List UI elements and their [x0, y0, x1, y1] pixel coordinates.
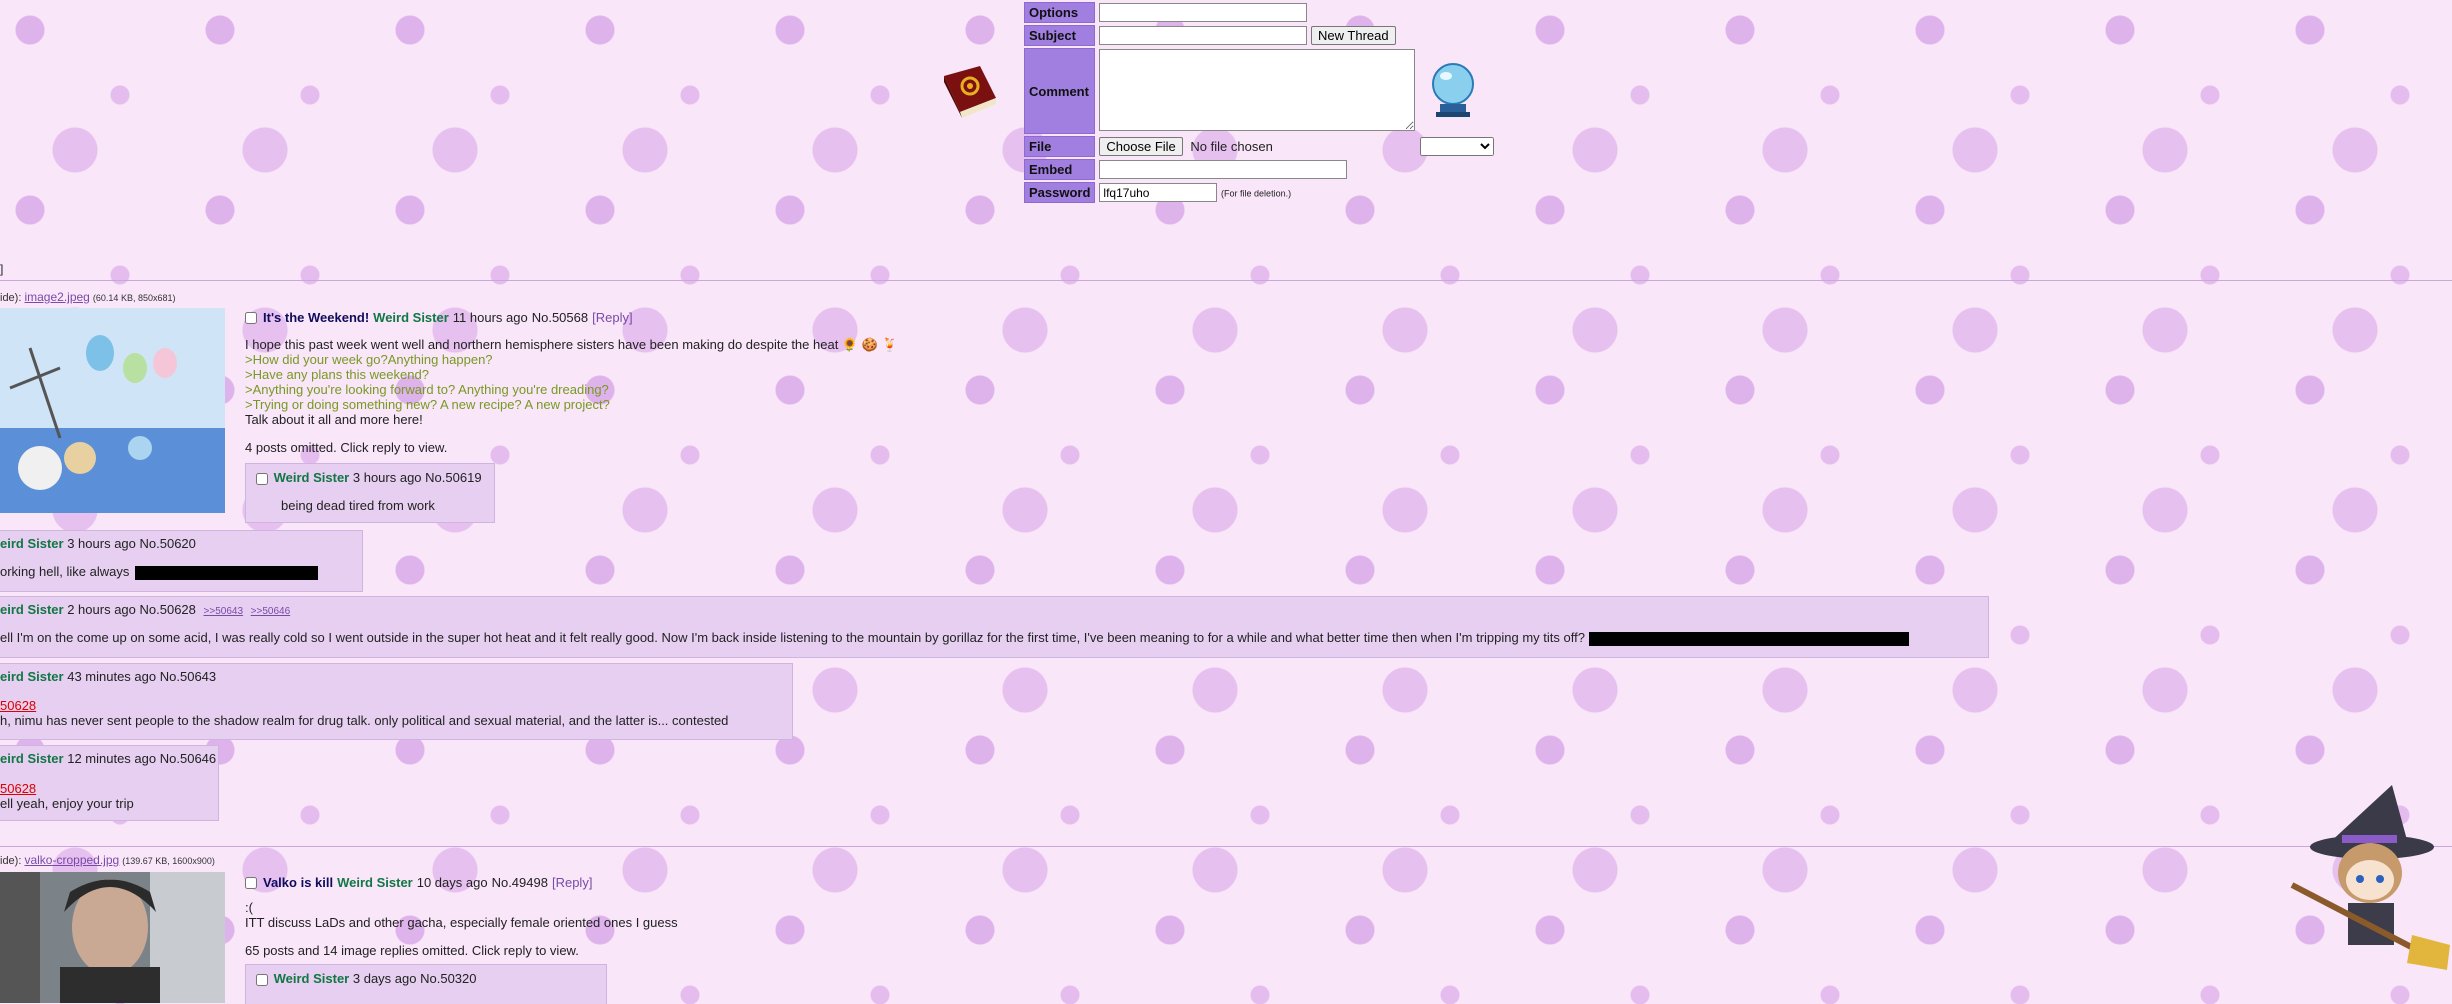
new-thread-button[interactable]: New Thread — [1311, 25, 1396, 45]
post-subject: It's the Weekend! — [263, 310, 370, 325]
greentext-line: >Have any plans this weekend? — [245, 367, 429, 382]
subject-input[interactable] — [1099, 26, 1308, 46]
op-body: I hope this past week went well and nort… — [245, 337, 898, 427]
spoiler-block[interactable] — [1588, 631, 1909, 646]
spoiler-block[interactable] — [134, 565, 318, 580]
op-body: :( ITT discuss LaDs and other gacha, esp… — [245, 900, 678, 930]
op-header: Valko is kill Weird Sister 10 days ago N… — [245, 875, 592, 890]
reply-text: ell I'm on the come up on some acid, I w… — [0, 630, 1585, 645]
post-number[interactable]: No.50628 — [140, 602, 196, 617]
post-checkbox[interactable] — [245, 876, 257, 889]
post-number[interactable]: No.50619 — [425, 470, 481, 485]
post-subject: Valko is kill — [263, 875, 334, 890]
thread-separator — [0, 280, 2452, 281]
embed-type-select[interactable] — [1420, 137, 1495, 157]
post-time: 11 hours ago — [452, 310, 528, 325]
poster-name: Weird Sister — [373, 310, 449, 325]
thread-thumbnail[interactable] — [0, 872, 225, 1003]
reply-post: Weird Sister 3 days ago No.50320 — [245, 964, 607, 1004]
reply-post: eird Sister 3 hours ago No.50620 orking … — [0, 530, 363, 592]
greentext-line: >Trying or doing something new? A new re… — [245, 397, 610, 412]
embed-label: Embed — [1024, 159, 1096, 180]
reply-link[interactable]: [Reply] — [552, 875, 592, 890]
post-number[interactable]: No.50568 — [532, 310, 588, 325]
backlink[interactable]: >>50643 — [204, 606, 244, 617]
op-header: It's the Weekend! Weird Sister 11 hours … — [245, 310, 633, 325]
backlink[interactable]: >>50646 — [251, 606, 291, 617]
quote-link[interactable]: 50628 — [0, 781, 36, 796]
file-label: File — [1024, 136, 1096, 157]
reply-post: eird Sister 43 minutes ago No.50643 5062… — [0, 663, 793, 740]
reply-text: h, nimu has never sent people to the sha… — [0, 713, 729, 728]
password-input[interactable] — [1099, 183, 1218, 202]
post-time: 10 days ago — [416, 875, 488, 890]
reply-text: ell yeah, enjoy your trip — [0, 796, 134, 811]
post-checkbox[interactable] — [245, 311, 257, 324]
reply-text: orking hell, like always — [0, 564, 130, 579]
comment-label: Comment — [1024, 48, 1096, 134]
poster-name: Weird Sister — [337, 875, 413, 890]
post-number[interactable]: No.50643 — [160, 669, 216, 684]
greentext-line: >Anything you're looking forward to? Any… — [245, 382, 609, 397]
post-number[interactable]: No.49498 — [492, 875, 548, 890]
file-link[interactable]: valko-cropped.jpg — [24, 853, 119, 867]
reply-post: eird Sister 2 hours ago No.50628 >>50643… — [0, 596, 1989, 658]
reply-text: being dead tired from work — [281, 498, 435, 513]
omitted-posts-notice: 4 posts omitted. Click reply to view. — [245, 440, 448, 455]
choose-file-button[interactable]: Choose File — [1099, 136, 1183, 156]
comment-textarea[interactable] — [1099, 48, 1416, 131]
options-label: Options — [1024, 2, 1096, 23]
thread-file-info: ide): valko-cropped.jpg (139.67 KB, 1600… — [0, 853, 215, 867]
top-bracket: ] — [0, 262, 4, 276]
thread-file-info: ide): image2.jpeg (60.14 KB, 850x681) — [0, 290, 176, 304]
spellbook-icon — [944, 66, 996, 118]
options-input[interactable] — [1099, 3, 1308, 22]
reply-link[interactable]: [Reply] — [592, 310, 632, 325]
post-checkbox[interactable] — [256, 973, 268, 986]
post-number[interactable]: No.50646 — [160, 751, 216, 766]
file-link[interactable]: image2.jpeg — [24, 290, 89, 304]
password-label: Password — [1024, 182, 1096, 203]
post-form: Options Subject New Thread Comment File … — [1022, 0, 1496, 205]
post-checkbox[interactable] — [256, 472, 268, 485]
reply-post: eird Sister 12 minutes ago No.50646 5062… — [0, 745, 219, 821]
post-number[interactable]: No.50320 — [420, 971, 476, 986]
file-status: No file chosen — [1190, 138, 1273, 154]
crystal-ball-icon — [1432, 63, 1474, 117]
post-number[interactable]: No.50620 — [140, 536, 196, 551]
quote-link[interactable]: 50628 — [0, 698, 36, 713]
thread-thumbnail[interactable] — [0, 308, 225, 513]
thread-separator — [0, 846, 2452, 847]
reply-post: Weird Sister 3 hours ago No.50619 being … — [245, 463, 495, 523]
embed-input[interactable] — [1099, 160, 1348, 179]
omitted-posts-notice: 65 posts and 14 image replies omitted. C… — [245, 943, 579, 958]
subject-label: Subject — [1024, 25, 1096, 46]
password-note: (For file deletion.) — [1221, 188, 1292, 199]
witch-mascot-icon — [2290, 785, 2450, 970]
greentext-line: >How did your week go?Anything happen? — [245, 352, 493, 367]
